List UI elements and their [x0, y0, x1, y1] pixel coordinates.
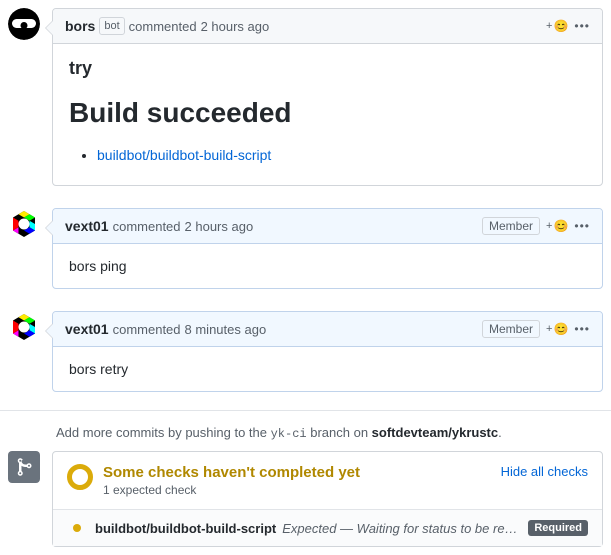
comment-author[interactable]: vext01	[65, 218, 109, 234]
comment-box: vext01 commented 8 minutes ago Member +😊…	[52, 311, 603, 392]
check-row: buildbot/buildbot-build-script Expected …	[53, 509, 602, 546]
comment-body: try Build succeeded buildbot/buildbot-bu…	[53, 44, 602, 185]
comment-action: commented	[113, 322, 181, 337]
build-link-list: buildbot/buildbot-build-script	[69, 147, 586, 163]
checks-subtitle: 1 expected check	[103, 483, 360, 497]
repo-name: softdevteam/ykrustc	[372, 425, 498, 440]
comment-timestamp[interactable]: 2 hours ago	[185, 219, 254, 234]
add-reaction-button[interactable]: +😊	[546, 19, 568, 33]
pending-dot-icon	[73, 524, 81, 532]
comment-box: vext01 commented 2 hours ago Member +😊 •…	[52, 208, 603, 289]
required-badge: Required	[528, 520, 588, 536]
comment: vext01 commented 8 minutes ago Member +😊…	[0, 303, 611, 406]
comment-timestamp[interactable]: 2 hours ago	[201, 19, 270, 34]
member-badge: Member	[482, 217, 540, 235]
comment-menu-button[interactable]: •••	[574, 19, 590, 33]
comment-action: commented	[113, 219, 181, 234]
comment-author[interactable]: bors	[65, 18, 95, 34]
avatar[interactable]	[8, 208, 40, 240]
comment-menu-button[interactable]: •••	[574, 219, 590, 233]
checks-box: Some checks haven't completed yet 1 expe…	[52, 451, 603, 547]
hide-all-checks-link[interactable]: Hide all checks	[501, 464, 588, 479]
add-reaction-button[interactable]: +😊	[546, 322, 568, 336]
comment-header: vext01 commented 8 minutes ago Member +😊…	[53, 312, 602, 347]
comment-timestamp[interactable]: 8 minutes ago	[185, 322, 267, 337]
comment-header: vext01 commented 2 hours ago Member +😊 •…	[53, 209, 602, 244]
comment-header: bors bot commented 2 hours ago +😊 •••	[53, 9, 602, 44]
comment: bors bot commented 2 hours ago +😊 ••• tr…	[0, 0, 611, 200]
comment-menu-button[interactable]: •••	[574, 322, 590, 336]
comment-author[interactable]: vext01	[65, 321, 109, 337]
check-status: Expected — Waiting for status to be repo…	[282, 521, 522, 536]
checks-header: Some checks haven't completed yet 1 expe…	[53, 452, 602, 509]
push-commits-note: Add more commits by pushing to the yk-ci…	[0, 410, 611, 451]
body-text: bors ping	[69, 258, 127, 274]
member-badge: Member	[482, 320, 540, 338]
comment: vext01 commented 2 hours ago Member +😊 •…	[0, 200, 611, 303]
comment-box: bors bot commented 2 hours ago +😊 ••• tr…	[52, 8, 603, 186]
comment-action: commented	[129, 19, 197, 34]
avatar[interactable]	[8, 8, 40, 40]
check-name: buildbot/buildbot-build-script	[95, 521, 276, 536]
add-reaction-button[interactable]: +😊	[546, 219, 568, 233]
branch-name: yk-ci	[271, 427, 307, 441]
avatar[interactable]	[8, 311, 40, 343]
body-title: try	[69, 58, 586, 79]
pending-status-icon	[67, 464, 93, 490]
body-text: bors retry	[69, 361, 128, 377]
comment-body: bors ping	[53, 244, 602, 288]
checks-title: Some checks haven't completed yet	[103, 464, 360, 481]
merge-status: Some checks haven't completed yet 1 expe…	[0, 451, 611, 555]
comment-body: bors retry	[53, 347, 602, 391]
build-link[interactable]: buildbot/buildbot-build-script	[97, 147, 271, 163]
merge-icon	[8, 451, 40, 483]
bot-badge: bot	[99, 17, 124, 35]
body-heading: Build succeeded	[69, 97, 586, 129]
